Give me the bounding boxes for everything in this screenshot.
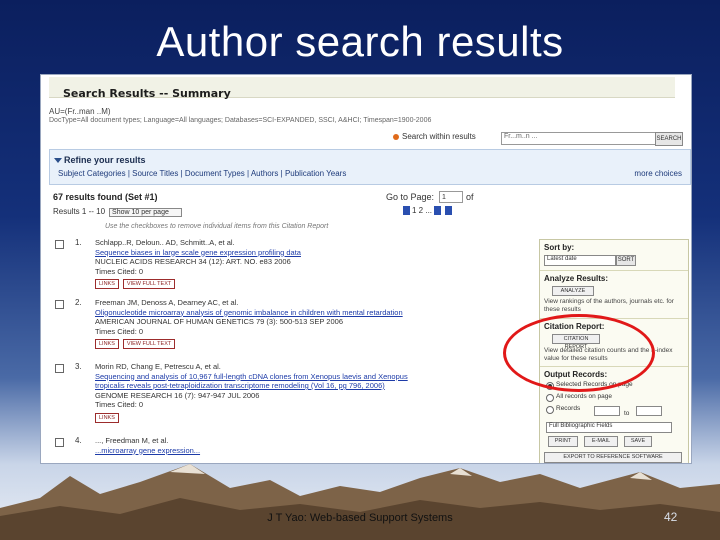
record-source: NUCLEIC ACIDS RESEARCH 34 (12): ART. NO.… — [95, 257, 291, 266]
sort-by-label: Sort by: — [544, 243, 575, 252]
slide-title: Author search results — [156, 18, 564, 65]
search-results-screenshot: Search Results -- Summary AU=(Fr..man ..… — [40, 74, 692, 464]
checkbox-info: Use the checkboxes to remove individual … — [105, 223, 329, 230]
record-title-link[interactable]: Oligonucleotide microarray analysis of g… — [95, 308, 515, 318]
refine-links[interactable]: Subject Categories | Source Titles | Doc… — [58, 169, 346, 178]
record-authors: Schlapp..R, Deloun.. AD, Schmitt..A, et … — [95, 238, 235, 247]
record-checkbox[interactable] — [55, 364, 64, 373]
record-times-cited: Times Cited: 0 — [95, 326, 144, 336]
results-header-bar: Search Results -- Summary — [49, 77, 675, 100]
analyze-button[interactable]: ANALYZE — [552, 286, 594, 296]
record-title-link[interactable]: Sequencing and analysis of 10,967 full-l… — [95, 372, 515, 382]
records-from-input[interactable] — [594, 406, 620, 416]
record-source: GENOME RESEARCH 16 (7): 947-947 JUL 2006 — [95, 390, 260, 400]
next-page-icon[interactable] — [434, 206, 442, 216]
search-within-input[interactable]: Fr...m..n ... — [501, 132, 657, 145]
query-line: AU=(Fr..man ..M) — [49, 107, 111, 116]
mountains-illustration — [0, 464, 720, 540]
sort-button[interactable]: SORT — [616, 255, 636, 266]
record-number: 3. — [75, 362, 82, 371]
refine-results-panel: Refine your results Subject Categories |… — [49, 149, 691, 185]
analyze-results-label: Analyze Results: — [544, 274, 609, 283]
record-title-link[interactable]: ...microarray gene expression... — [95, 446, 515, 456]
email-button[interactable]: E-MAIL — [584, 436, 618, 447]
last-page-icon[interactable] — [445, 206, 453, 216]
per-page-select[interactable]: Show 10 per page — [109, 208, 182, 217]
search-within-label: Search within results — [393, 132, 476, 141]
view-full-text-button[interactable]: VIEW FULL TEXT — [122, 279, 176, 289]
expand-triangle-icon[interactable] — [54, 158, 62, 163]
refine-title[interactable]: Refine your results — [64, 155, 146, 165]
goto-page-input[interactable]: 1 — [439, 191, 463, 203]
results-range: Results 1 -- 10 Show 10 per page — [53, 207, 182, 217]
record-authors: ..., Freedman M, et al. — [95, 436, 169, 445]
goto-page-label: Go to Page: — [386, 192, 435, 202]
record-title-link[interactable]: Sequence biases in large scale gene expr… — [95, 248, 515, 258]
analyze-description: View rankings of the authors, journals e… — [544, 298, 674, 313]
links-button[interactable]: LINKS — [95, 412, 119, 423]
save-button[interactable]: SAVE — [624, 436, 652, 447]
record-number: 2. — [75, 298, 82, 307]
record-number: 1. — [75, 238, 82, 247]
slide-footer: J T Yao: Web-based Support Systems — [267, 512, 453, 524]
page-of-label: of — [466, 192, 474, 202]
highlight-circle — [503, 314, 655, 392]
links-button[interactable]: LINKS — [95, 279, 119, 289]
more-choices-link[interactable]: more choices — [634, 169, 682, 178]
record-authors: Morin RD, Chang E, Petrescu A, et al. — [95, 362, 221, 371]
pager[interactable]: 1 2 ... — [401, 206, 454, 216]
record-times-cited: Times Cited: 0 — [95, 266, 144, 276]
results-found-count: 67 results found (Set #1) — [53, 192, 158, 202]
radio-all-records-label: All records on page — [556, 393, 613, 400]
sort-select[interactable]: Latest date — [544, 255, 616, 266]
record-number: 4. — [75, 436, 82, 445]
results-header-title: Search Results -- Summary — [63, 87, 231, 100]
radio-records-range-label: Records — [556, 405, 581, 412]
records-to-label: to — [624, 410, 630, 417]
radio-records-range[interactable] — [546, 406, 554, 414]
first-page-icon[interactable] — [403, 206, 410, 216]
view-full-text-button[interactable]: VIEW FULL TEXT — [122, 339, 176, 349]
fields-select[interactable]: Full Bibliographic Fields — [546, 422, 672, 433]
print-button[interactable]: PRINT — [548, 436, 578, 447]
record-source: AMERICAN JOURNAL OF HUMAN GENETICS 79 (3… — [95, 317, 343, 326]
record-times-cited: Times Cited: 0 — [95, 400, 144, 409]
links-button[interactable]: LINKS — [95, 339, 119, 349]
record-checkbox[interactable] — [55, 240, 64, 249]
record-title-link-continued[interactable]: tropicalis reveals post-tetraploidizatio… — [95, 381, 515, 391]
slide-page-number: 42 — [664, 510, 678, 524]
query-details: DocType=All document types; Language=All… — [49, 117, 432, 124]
search-within-button[interactable]: SEARCH — [655, 132, 683, 146]
divider — [540, 270, 688, 271]
record-checkbox[interactable] — [55, 300, 64, 309]
bullet-icon — [393, 133, 399, 140]
record-checkbox[interactable] — [55, 438, 64, 447]
radio-all-records[interactable] — [546, 394, 554, 402]
record-authors: Freeman JM, Denoss A, Dearney AC, et al. — [95, 298, 239, 307]
records-to-input[interactable] — [636, 406, 662, 416]
